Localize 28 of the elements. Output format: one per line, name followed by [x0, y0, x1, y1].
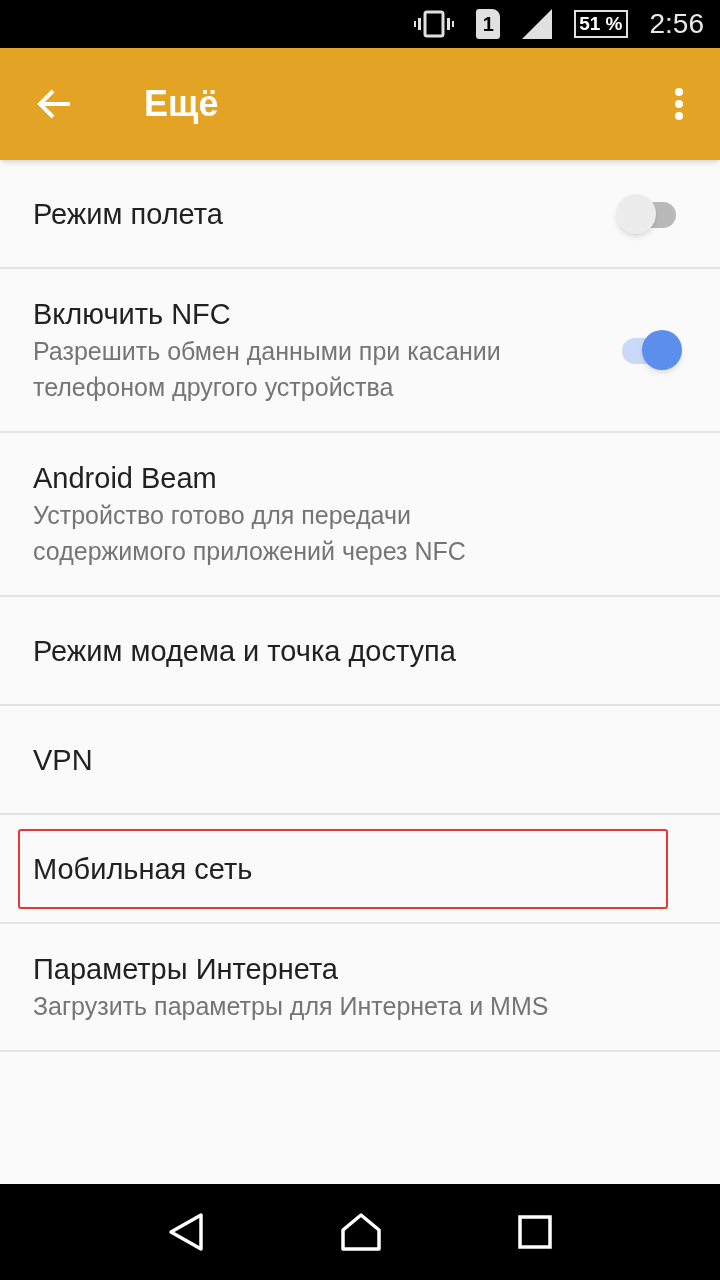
setting-summary: Загрузить параметры для Интернета и MMS: [32, 991, 550, 1022]
vibrate-icon: [414, 10, 455, 38]
setting-summary: Разрешить обмен данными при касании телефоном другого устройства: [32, 336, 502, 403]
battery-indicator: 51 %: [574, 10, 628, 38]
setting-title: Android Beam: [33, 462, 217, 494]
settings-row[interactable]: VPN: [0, 706, 720, 815]
setting-title: Параметры Интернета: [33, 953, 338, 985]
settings-row[interactable]: Параметры Интернета Загрузить параметры для Интернета и MMS: [0, 924, 720, 1052]
setting-title: Режим модема и точка доступа: [33, 634, 456, 667]
home-icon[interactable]: [340, 1212, 382, 1252]
screen-title: Ещё: [144, 82, 220, 126]
setting-summary: Устройство готово для передачи содержимого приложений через NFC: [32, 500, 467, 567]
sim-indicator: 1: [476, 9, 501, 39]
setting-title: Режим полета: [33, 197, 223, 230]
back-arrow-icon[interactable]: [36, 88, 72, 120]
settings-row[interactable]: Включить NFC Разрешить обмен данными при касании телефоном другого устройства: [0, 269, 720, 433]
setting-title: Мобильная сеть: [33, 851, 253, 887]
setting-title: Включить NFC: [33, 298, 231, 330]
setting-title: VPN: [33, 743, 93, 776]
more-options-icon[interactable]: [674, 87, 684, 121]
back-icon[interactable]: [168, 1212, 204, 1252]
settings-row[interactable]: Мобильная сеть: [0, 815, 720, 924]
settings-row[interactable]: Android Beam Устройство готово для передачи содержимого приложений через NFC: [0, 433, 720, 597]
settings-row[interactable]: Режим модема и точка доступа: [0, 597, 720, 706]
settings-row[interactable]: Режим полета: [0, 160, 720, 269]
clock: 2:56: [649, 7, 704, 41]
signal-icon: [522, 9, 553, 39]
recents-icon[interactable]: [518, 1215, 552, 1249]
